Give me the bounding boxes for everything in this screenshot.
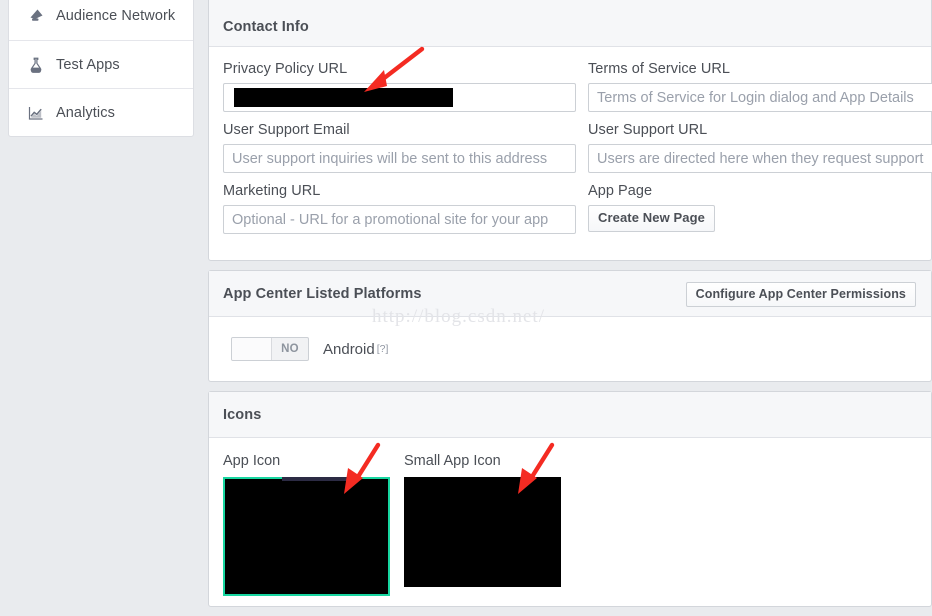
small-app-icon-thumbnail[interactable] [404, 477, 561, 587]
sidebar-item-label: Audience Network [56, 8, 175, 24]
configure-app-center-permissions-button[interactable]: Configure App Center Permissions [686, 282, 916, 307]
small-app-icon-label: Small App Icon [404, 453, 561, 469]
contact-info-body: Privacy Policy URL Terms of Service URL … [209, 47, 931, 260]
field-user-support-url: User Support URL [588, 122, 932, 173]
app-center-header: App Center Listed Platforms Configure Ap… [209, 271, 931, 317]
sidebar-item-label: Analytics [56, 105, 115, 121]
page-root: Audience Network Test Apps Analytics [0, 0, 932, 611]
megaphone-icon [25, 5, 47, 27]
sidebar-item-label: Test Apps [56, 57, 120, 73]
main-content: Contact Info Privacy Policy URL Terms of… [208, 0, 932, 616]
user-support-url-label: User Support URL [588, 122, 932, 138]
android-platform-toggle[interactable]: NO [231, 337, 309, 361]
terms-of-service-input[interactable] [588, 83, 932, 112]
app-icon-block: App Icon [223, 453, 390, 596]
icons-body: App Icon Small App Icon [209, 438, 931, 606]
terms-of-service-url-label: Terms of Service URL [588, 61, 932, 77]
user-support-url-input[interactable] [588, 144, 932, 173]
contact-info-header: Contact Info [209, 0, 931, 47]
sidebar-nav: Audience Network Test Apps Analytics [8, 0, 194, 137]
contact-info-card: Contact Info Privacy Policy URL Terms of… [208, 0, 932, 261]
privacy-policy-input[interactable] [223, 83, 576, 112]
line-chart-icon [25, 102, 47, 124]
contact-info-title: Contact Info [223, 19, 309, 35]
marketing-url-label: Marketing URL [223, 183, 576, 199]
flask-icon [25, 54, 47, 76]
sidebar-item-audience-network[interactable]: Audience Network [9, 0, 193, 40]
help-icon[interactable]: [?] [377, 343, 389, 355]
app-icon-thumbnail[interactable] [223, 477, 390, 596]
field-marketing-url: Marketing URL [223, 183, 576, 234]
toggle-knob [232, 338, 272, 360]
app-page-label: App Page [588, 183, 932, 199]
toggle-state-label: NO [272, 338, 308, 360]
small-app-icon-block: Small App Icon [404, 453, 561, 596]
field-terms-of-service-url: Terms of Service URL [588, 61, 932, 112]
icons-card: Icons App Icon Small App Icon [208, 391, 932, 607]
field-privacy-policy-url: Privacy Policy URL [223, 61, 576, 112]
create-new-page-button[interactable]: Create New Page [588, 205, 715, 232]
app-center-body: NO Android [?] [209, 317, 931, 381]
user-support-email-input[interactable] [223, 144, 576, 173]
icons-header: Icons [209, 392, 931, 438]
user-support-email-label: User Support Email [223, 122, 576, 138]
privacy-policy-url-label: Privacy Policy URL [223, 61, 576, 77]
sidebar-item-analytics[interactable]: Analytics [9, 88, 193, 136]
app-center-title: App Center Listed Platforms [223, 286, 421, 302]
marketing-url-input[interactable] [223, 205, 576, 234]
icons-title: Icons [223, 407, 261, 423]
platform-row-android: NO Android [?] [223, 333, 917, 363]
platform-name-label: Android [323, 341, 375, 358]
sidebar-item-test-apps[interactable]: Test Apps [9, 40, 193, 88]
field-app-page: App Page Create New Page [588, 183, 932, 234]
app-icon-label: App Icon [223, 453, 390, 469]
app-center-platforms-card: App Center Listed Platforms Configure Ap… [208, 270, 932, 382]
field-user-support-email: User Support Email [223, 122, 576, 173]
